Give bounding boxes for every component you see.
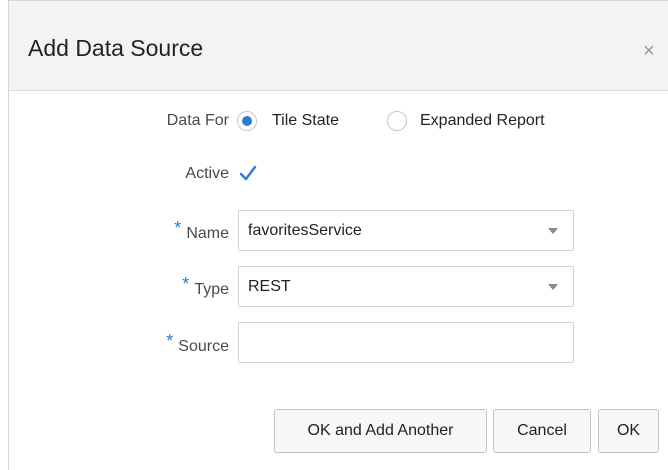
type-select-value: REST [248,278,291,295]
radio-expanded-report[interactable] [387,111,407,131]
type-label-text: Type [194,281,229,298]
source-label-text: Source [178,338,229,355]
source-label: * Source [29,331,229,356]
type-label: * Type [29,274,229,299]
name-select-value: favoritesService [248,222,362,239]
source-input[interactable] [238,322,574,363]
radio-tile-state[interactable] [237,111,257,131]
radio-expanded-report-label[interactable]: Expanded Report [420,112,545,130]
ok-and-add-another-button[interactable]: OK and Add Another [274,409,487,453]
type-select[interactable]: REST [238,266,574,307]
chevron-down-icon[interactable] [548,228,558,234]
dialog-header: Add Data Source × [9,1,668,91]
radio-tile-state-label[interactable]: Tile State [272,112,339,130]
cancel-button[interactable]: Cancel [493,409,591,453]
active-label: Active [185,165,229,182]
dialog-title: Add Data Source [28,35,204,61]
data-for-label: Data For [166,112,229,129]
close-icon[interactable]: × [643,41,655,61]
ok-button[interactable]: OK [598,409,659,453]
name-select[interactable]: favoritesService [238,210,574,251]
required-asterisk: * [182,274,190,294]
name-label-text: Name [186,225,229,242]
required-asterisk: * [174,218,182,238]
checkmark-icon[interactable] [238,163,258,183]
add-data-source-dialog: Add Data Source × Data For Tile State Ex… [8,0,668,470]
name-label: * Name [29,218,229,243]
required-asterisk: * [166,331,174,351]
chevron-down-icon[interactable] [548,284,558,290]
